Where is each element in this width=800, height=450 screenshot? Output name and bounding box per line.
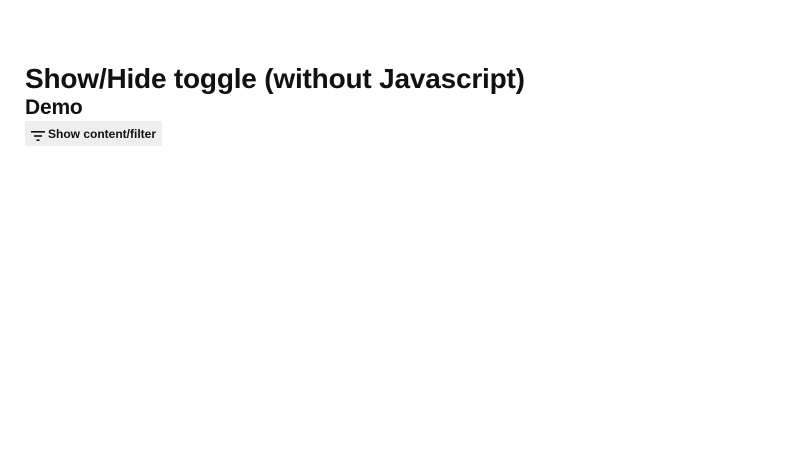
page-content: Show/Hide toggle (without Javascript) De… [25, 62, 780, 146]
show-content-filter-button[interactable]: Show content/filter [25, 121, 162, 146]
page-title: Show/Hide toggle (without Javascript) [25, 63, 525, 94]
filter-icon [31, 129, 45, 141]
demo-heading: Demo [25, 96, 83, 119]
toggle-label: Show content/filter [48, 126, 156, 141]
